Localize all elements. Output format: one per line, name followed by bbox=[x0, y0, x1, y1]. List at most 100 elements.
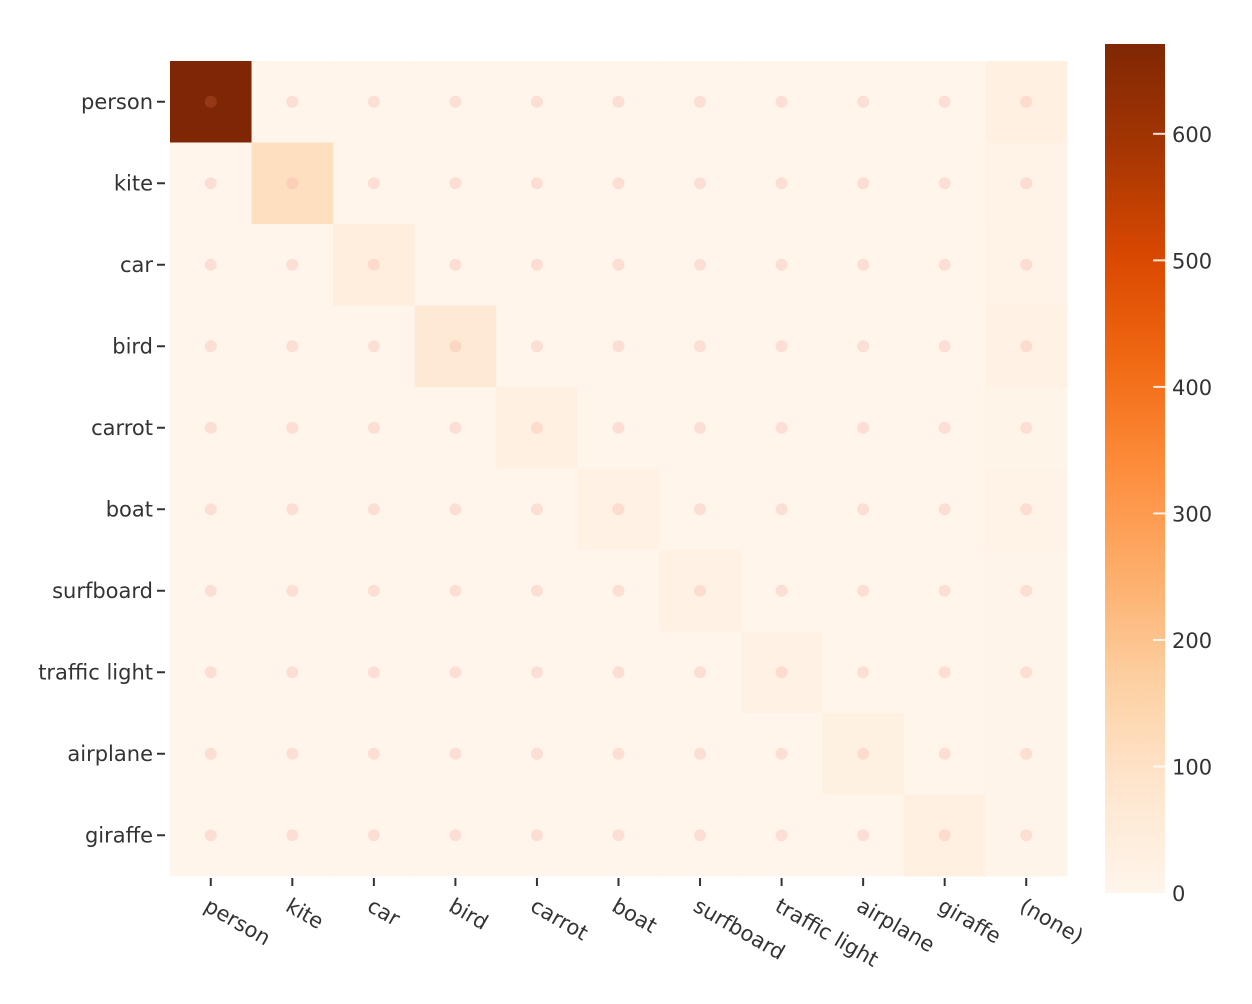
cell-marker bbox=[367, 747, 380, 760]
cell-marker bbox=[694, 503, 707, 516]
cell-marker bbox=[530, 177, 543, 190]
cell-marker bbox=[857, 421, 870, 434]
x-tick-label: surfboard bbox=[690, 894, 789, 965]
cell-marker bbox=[694, 666, 707, 679]
y-tick-label: airplane bbox=[67, 742, 153, 766]
y-tick-label: kite bbox=[114, 171, 153, 195]
cell-marker bbox=[612, 584, 625, 597]
cell-marker bbox=[1020, 584, 1033, 597]
cell-marker bbox=[204, 258, 217, 271]
cell-marker bbox=[449, 421, 462, 434]
cell-marker bbox=[938, 584, 951, 597]
cell-marker bbox=[612, 666, 625, 679]
cell-marker bbox=[775, 258, 788, 271]
colorbar-tick-label: 500 bbox=[1172, 249, 1212, 273]
cell-marker bbox=[449, 177, 462, 190]
colorbar-tick-label: 100 bbox=[1172, 755, 1212, 779]
cell-marker bbox=[938, 666, 951, 679]
confusion-matrix-heatmap: personkitecarbirdcarrotboatsurfboardtraf… bbox=[38, 44, 1212, 972]
y-tick-label: car bbox=[120, 253, 153, 277]
cell-marker bbox=[694, 95, 707, 108]
cell-marker bbox=[1020, 829, 1033, 842]
cell-marker bbox=[857, 340, 870, 353]
cell-marker bbox=[530, 584, 543, 597]
colorbar-tick-label: 200 bbox=[1172, 629, 1212, 653]
cell-marker bbox=[530, 95, 543, 108]
cell-marker bbox=[857, 258, 870, 271]
cell-marker bbox=[530, 666, 543, 679]
cell-marker bbox=[1020, 258, 1033, 271]
y-tick-label: person bbox=[81, 90, 153, 114]
cell-marker bbox=[530, 258, 543, 271]
x-tick-label: boat bbox=[608, 894, 661, 938]
cell-marker bbox=[612, 340, 625, 353]
cell-marker bbox=[694, 177, 707, 190]
cell-marker bbox=[286, 421, 299, 434]
cell-marker bbox=[286, 258, 299, 271]
cell-marker bbox=[857, 747, 870, 760]
cell-marker bbox=[286, 584, 299, 597]
cell-marker bbox=[1020, 503, 1033, 516]
cell-marker bbox=[1020, 421, 1033, 434]
cell-marker bbox=[775, 666, 788, 679]
cell-marker bbox=[286, 503, 299, 516]
cell-marker bbox=[530, 340, 543, 353]
x-tick-label: car bbox=[363, 894, 404, 931]
cell-marker bbox=[286, 177, 299, 190]
cell-marker bbox=[612, 95, 625, 108]
cell-marker bbox=[694, 421, 707, 434]
cell-marker bbox=[449, 503, 462, 516]
cell-marker bbox=[449, 95, 462, 108]
cell-marker bbox=[857, 829, 870, 842]
cell-marker bbox=[694, 340, 707, 353]
cell-marker bbox=[530, 421, 543, 434]
cell-marker bbox=[204, 503, 217, 516]
cell-marker bbox=[367, 666, 380, 679]
cell-marker bbox=[938, 177, 951, 190]
cell-marker bbox=[449, 829, 462, 842]
cell-marker bbox=[367, 340, 380, 353]
cell-marker bbox=[775, 829, 788, 842]
cell-marker bbox=[367, 95, 380, 108]
cell-marker bbox=[938, 95, 951, 108]
cell-marker bbox=[612, 829, 625, 842]
cell-marker bbox=[857, 666, 870, 679]
cell-marker bbox=[694, 584, 707, 597]
cell-marker bbox=[857, 95, 870, 108]
cell-marker bbox=[1020, 95, 1033, 108]
cell-marker bbox=[612, 421, 625, 434]
y-tick-label: boat bbox=[106, 497, 153, 521]
y-tick-label: bird bbox=[112, 334, 153, 358]
cell-marker bbox=[449, 584, 462, 597]
cell-marker bbox=[204, 666, 217, 679]
cell-marker bbox=[857, 584, 870, 597]
cell-marker bbox=[367, 177, 380, 190]
cell-marker bbox=[204, 421, 217, 434]
cell-marker bbox=[612, 747, 625, 760]
cell-marker bbox=[449, 747, 462, 760]
y-tick-label: traffic light bbox=[38, 660, 153, 684]
x-tick-label: (none) bbox=[1016, 894, 1088, 949]
cell-marker bbox=[694, 258, 707, 271]
x-tick-label: giraffe bbox=[934, 894, 1005, 949]
cell-marker bbox=[286, 340, 299, 353]
cell-marker bbox=[857, 177, 870, 190]
y-tick-label: giraffe bbox=[85, 823, 153, 847]
x-tick-label: kite bbox=[282, 894, 328, 934]
colorbar-tick-label: 400 bbox=[1172, 376, 1212, 400]
cell-marker bbox=[286, 829, 299, 842]
cell-marker bbox=[775, 503, 788, 516]
x-tick-label: person bbox=[200, 894, 274, 951]
cell-marker bbox=[204, 584, 217, 597]
cell-marker bbox=[775, 584, 788, 597]
cell-marker bbox=[367, 503, 380, 516]
cell-marker bbox=[1020, 340, 1033, 353]
cell-marker bbox=[204, 829, 217, 842]
cell-marker bbox=[530, 503, 543, 516]
cell-marker bbox=[694, 829, 707, 842]
cell-marker bbox=[938, 340, 951, 353]
cell-marker bbox=[775, 177, 788, 190]
cell-marker bbox=[204, 340, 217, 353]
cell-marker bbox=[938, 421, 951, 434]
x-tick-label: carrot bbox=[526, 894, 592, 946]
